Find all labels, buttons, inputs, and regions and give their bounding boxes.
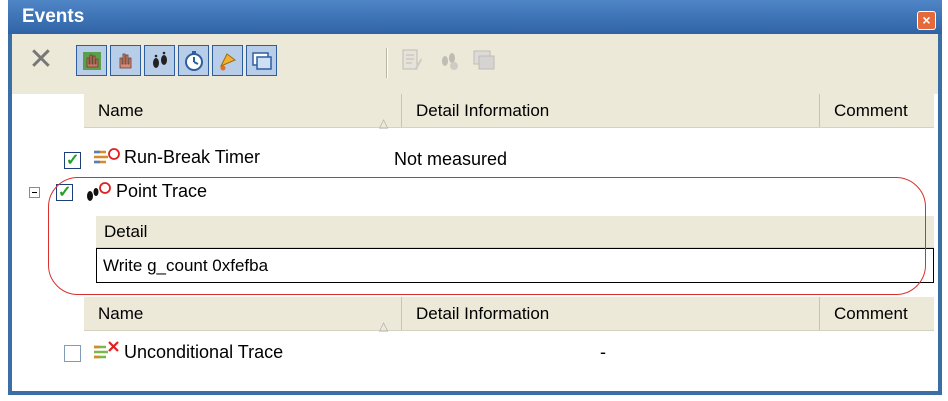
close-icon[interactable]: × [917, 11, 936, 30]
settings-icon[interactable] [436, 48, 462, 74]
column-header-comment[interactable]: Comment [820, 94, 934, 127]
column-header-comment-label: Comment [834, 304, 908, 323]
collapse-toggle[interactable] [29, 187, 40, 198]
hardware-break-icon[interactable] [76, 45, 107, 76]
column-header-detail[interactable]: Detail Information [402, 297, 820, 330]
event-name: Unconditional Trace [124, 342, 284, 362]
annotation-highlight [48, 177, 926, 295]
column-header-detail-label: Detail Information [416, 304, 550, 323]
table-header: Name △ Detail Information Comment [84, 94, 934, 130]
software-break-icon[interactable] [110, 45, 141, 76]
title-bar: Events × [8, 0, 942, 34]
unconditional-trace-icon [94, 341, 119, 359]
table-row[interactable]: Unconditional Trace - [12, 339, 938, 371]
window-title: Events [22, 6, 85, 27]
export-icon[interactable] [472, 48, 498, 74]
timer-icon[interactable] [178, 45, 209, 76]
action-event-icon[interactable] [212, 45, 243, 76]
other-event-icon[interactable] [246, 45, 277, 76]
event-detail: Not measured [394, 149, 508, 169]
event-name: Run-Break Timer [124, 147, 261, 167]
event-detail: - [600, 342, 606, 362]
column-header-name-label: Name [98, 304, 144, 323]
enable-checkbox[interactable] [64, 345, 81, 362]
column-header-detail-label: Detail Information [416, 101, 550, 120]
table-row[interactable]: Run-Break Timer Not measured [12, 144, 938, 176]
events-window: Events × ✕ Name △ Detail Information Com… [8, 0, 942, 395]
column-header-name-label: Name [98, 101, 144, 120]
column-header-name[interactable]: Name △ [84, 297, 402, 333]
column-header-comment[interactable]: Comment [820, 297, 934, 330]
delete-icon[interactable]: ✕ [26, 45, 56, 75]
toolbar-separator [386, 48, 388, 78]
toolbar: ✕ [12, 34, 938, 94]
sort-icon: △ [379, 116, 389, 130]
column-header-comment-label: Comment [834, 101, 908, 120]
table-header: Name △ Detail Information Comment [84, 297, 934, 333]
edit-icon[interactable] [400, 48, 426, 74]
enable-checkbox[interactable] [64, 150, 81, 170]
column-header-name[interactable]: Name △ [84, 94, 402, 130]
timer-event-icon [94, 148, 120, 164]
column-header-detail[interactable]: Detail Information [402, 94, 820, 127]
trace-icon[interactable] [144, 45, 175, 76]
